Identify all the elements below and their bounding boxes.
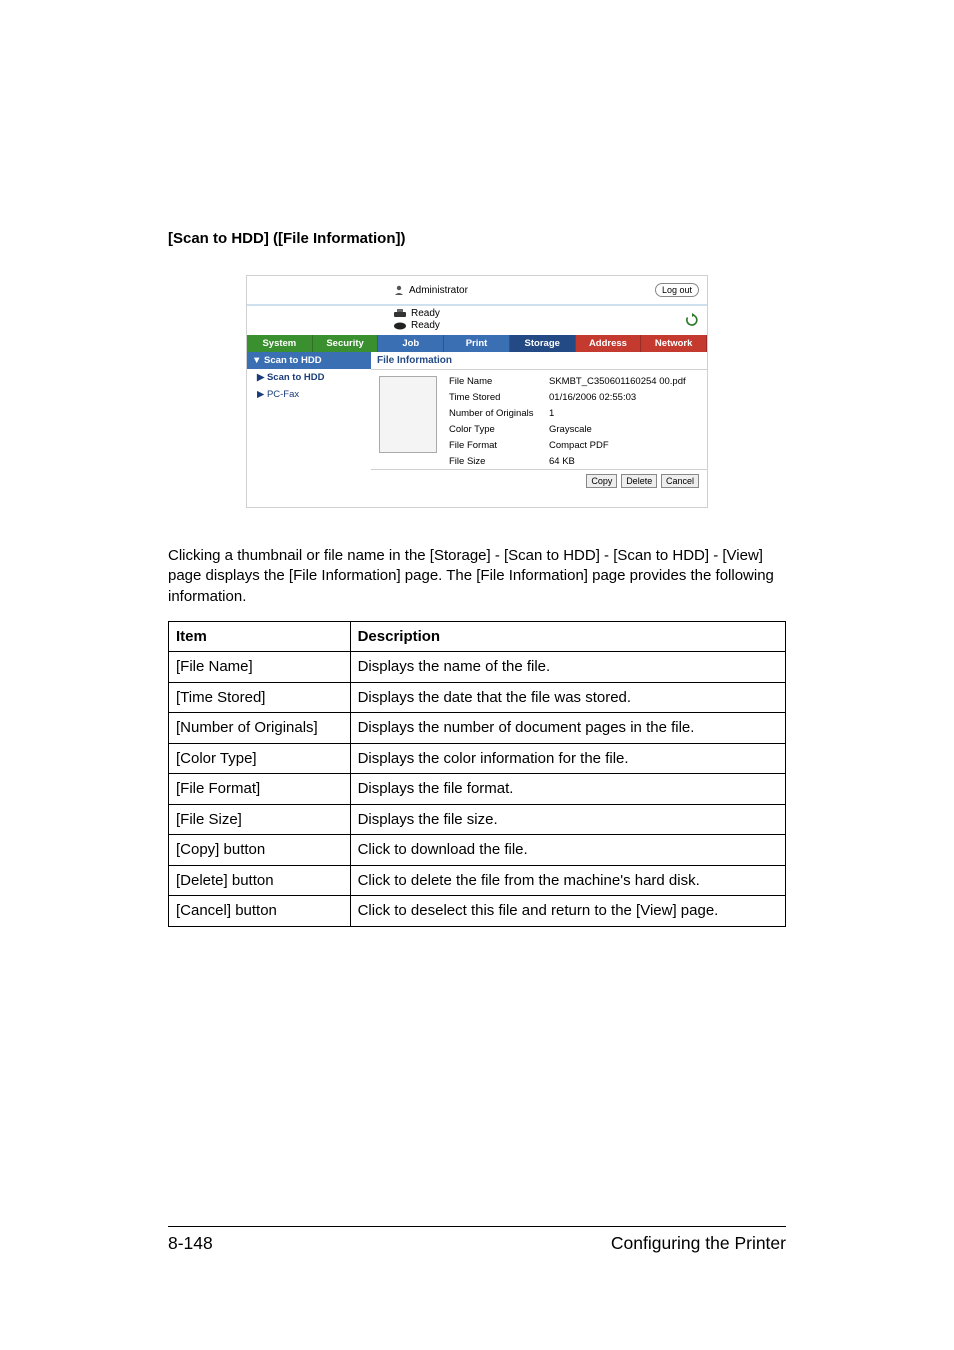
table-row: [Copy] button Click to download the file… [169, 835, 786, 866]
sidebar-item-pc-fax[interactable]: ▶ PC-Fax [247, 386, 371, 403]
printer-status-text: Ready [411, 308, 440, 319]
value-num-originals: 1 [549, 408, 699, 419]
value-file-format: Compact PDF [549, 440, 699, 451]
table-row: [File Size] Displays the file size. [169, 804, 786, 835]
sidebar-header-scan[interactable]: ▼ Scan to HDD [247, 352, 371, 369]
sidebar-item-scan-to-hdd[interactable]: ▶ Scan to HDD [247, 369, 371, 386]
printer-icon [393, 309, 407, 319]
toner-icon [393, 321, 407, 331]
value-color-type: Grayscale [549, 424, 699, 435]
table-cell-desc: Displays the color information for the f… [350, 743, 785, 774]
admin-icon [393, 284, 405, 296]
table-cell-desc: Displays the file format. [350, 774, 785, 805]
table-row: [Time Stored] Displays the date that the… [169, 682, 786, 713]
toner-status: Ready [393, 320, 440, 331]
tab-job[interactable]: Job [378, 335, 444, 352]
table-cell-desc: Click to download the file. [350, 835, 785, 866]
page-number: 8-148 [168, 1233, 213, 1254]
table-cell-item: [Number of Originals] [169, 713, 351, 744]
table-cell-item: [Delete] button [169, 865, 351, 896]
table-cell-item: [File Format] [169, 774, 351, 805]
value-file-name: SKMBT_C350601160254 00.pdf [549, 376, 699, 387]
table-row: [Cancel] button Click to deselect this f… [169, 896, 786, 927]
tab-address[interactable]: Address [576, 335, 642, 352]
file-thumbnail[interactable] [379, 376, 437, 453]
table-cell-desc: Click to delete the file from the machin… [350, 865, 785, 896]
table-row: [Delete] button Click to delete the file… [169, 865, 786, 896]
label-file-format: File Format [449, 440, 549, 451]
delete-button[interactable]: Delete [621, 474, 657, 488]
table-header-item: Item [169, 621, 351, 652]
label-time-stored: Time Stored [449, 392, 549, 403]
tab-storage[interactable]: Storage [510, 335, 576, 352]
info-table: Item Description [File Name] Displays th… [168, 621, 786, 927]
screenshot-topbar: Administrator Log out [247, 276, 707, 306]
value-time-stored: 01/16/2006 02:55:03 [549, 392, 699, 403]
screenshot-nav-tabs: System Security Job Print Storage Addres… [247, 335, 707, 352]
table-cell-desc: Displays the name of the file. [350, 652, 785, 683]
table-row: [File Name] Displays the name of the fil… [169, 652, 786, 683]
label-num-originals: Number of Originals [449, 408, 549, 419]
label-file-size: File Size [449, 456, 549, 467]
screenshot-footer-buttons: Copy Delete Cancel [371, 469, 707, 494]
toner-status-text: Ready [411, 320, 440, 331]
table-cell-item: [Color Type] [169, 743, 351, 774]
copy-button[interactable]: Copy [586, 474, 617, 488]
page-footer: 8-148 Configuring the Printer [168, 1226, 786, 1254]
table-cell-item: [File Size] [169, 804, 351, 835]
table-cell-item: [Copy] button [169, 835, 351, 866]
admin-text: Administrator [409, 285, 468, 296]
table-row: [Number of Originals] Displays the numbe… [169, 713, 786, 744]
value-file-size: 64 KB [549, 456, 699, 467]
label-color-type: Color Type [449, 424, 549, 435]
table-cell-desc: Displays the number of document pages in… [350, 713, 785, 744]
screenshot-sidebar: ▼ Scan to HDD ▶ Scan to HDD ▶ PC-Fax [247, 352, 371, 507]
table-cell-item: [File Name] [169, 652, 351, 683]
footer-section-title: Configuring the Printer [611, 1233, 786, 1254]
table-cell-desc: Displays the date that the file was stor… [350, 682, 785, 713]
table-cell-desc: Click to deselect this file and return t… [350, 896, 785, 927]
main-header: File Information [371, 352, 707, 370]
cancel-button[interactable]: Cancel [661, 474, 699, 488]
table-row: [File Format] Displays the file format. [169, 774, 786, 805]
tab-security[interactable]: Security [313, 335, 379, 352]
section-heading: [Scan to HDD] ([File Information]) [168, 230, 786, 247]
refresh-icon[interactable] [685, 313, 699, 327]
printer-status: Ready [393, 308, 440, 319]
file-info-grid: File Name SKMBT_C350601160254 00.pdf Tim… [449, 376, 699, 467]
tab-print[interactable]: Print [444, 335, 510, 352]
tab-network[interactable]: Network [641, 335, 707, 352]
admin-label-group: Administrator [393, 284, 468, 296]
tab-system[interactable]: System [247, 335, 313, 352]
table-cell-item: [Cancel] button [169, 896, 351, 927]
logout-button[interactable]: Log out [655, 283, 699, 297]
description-paragraph: Clicking a thumbnail or file name in the… [168, 546, 786, 607]
footer-divider [168, 1226, 786, 1227]
screenshot-main: File Information File Name SKMBT_C350601… [371, 352, 707, 507]
table-row: [Color Type] Displays the color informat… [169, 743, 786, 774]
table-header-description: Description [350, 621, 785, 652]
screenshot-statusbar: Ready Ready [247, 306, 707, 335]
embedded-screenshot: Administrator Log out Ready Ready [246, 275, 708, 508]
label-file-name: File Name [449, 376, 549, 387]
table-cell-desc: Displays the file size. [350, 804, 785, 835]
table-cell-item: [Time Stored] [169, 682, 351, 713]
